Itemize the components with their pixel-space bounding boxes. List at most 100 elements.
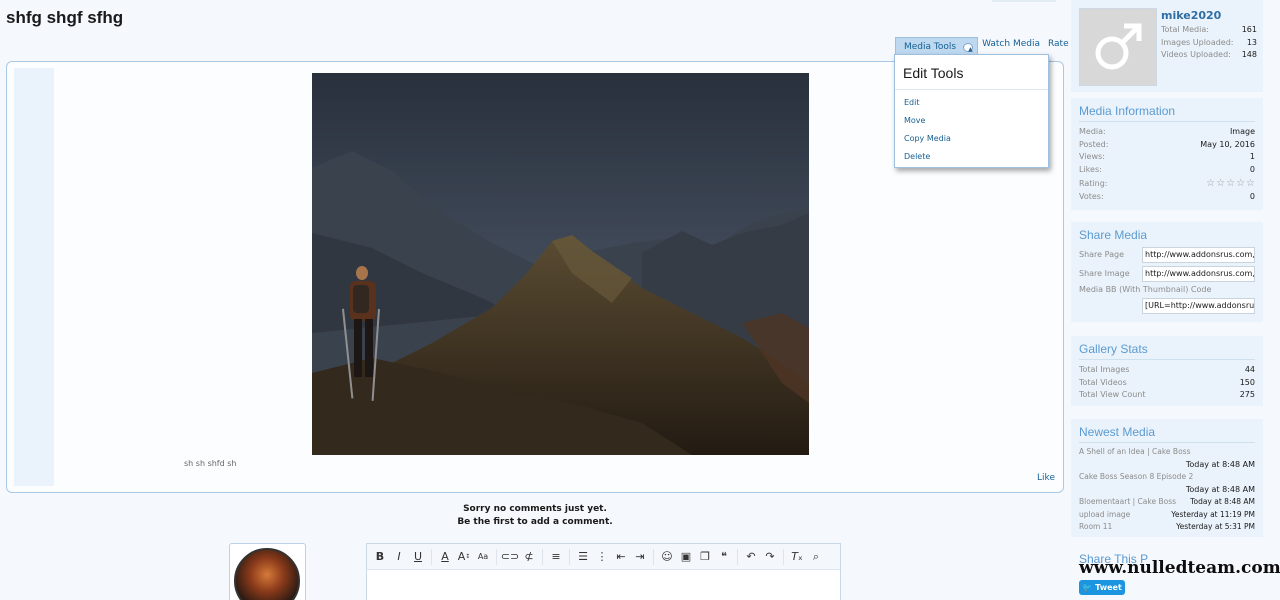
star-icon[interactable]: ☆ [1246, 176, 1255, 191]
info-label: Posted: [1079, 139, 1109, 149]
info-label: Media: [1079, 127, 1106, 136]
media-image[interactable] [312, 73, 809, 455]
share-media-box: Share Media Share Page http://www.addonsr… [1071, 222, 1263, 322]
gallery-stat-label: Total Videos [1079, 377, 1127, 387]
stat-value: 161 [1241, 25, 1257, 34]
info-label: Views: [1079, 152, 1105, 161]
no-comments-line-2: Be the first to add a comment. [457, 517, 613, 527]
numbered-list-icon[interactable]: ⋮ [593, 548, 611, 566]
info-label: Rating: [1079, 179, 1108, 188]
tweet-button[interactable]: 🐦 Tweet [1079, 580, 1125, 595]
stat-value: 13 [1246, 37, 1257, 47]
rating-stars[interactable]: ☆ ☆ ☆ ☆ ☆ [1206, 176, 1255, 191]
image-icon[interactable]: ▣ [677, 548, 695, 566]
toggle-bbcode-icon[interactable]: ⌕ [807, 548, 825, 566]
toolbar-separator [653, 548, 654, 565]
star-icon[interactable]: ☆ [1236, 176, 1245, 191]
star-icon[interactable]: ☆ [1226, 176, 1235, 191]
editor-toolbar: B I U A A ↕ Aa ⊂⊃ ⊄ ≡ ☰ ⋮ ⇤ ⇥ ☺ ▣ ❐ ❝ ↶ ↷… [367, 544, 840, 570]
mountain-hiker-photo [312, 73, 809, 455]
toolbar-separator [431, 548, 432, 565]
media-caption: sh sh shfd sh [184, 459, 237, 468]
share-page-field[interactable]: http://www.addonsrus.com, [1142, 246, 1255, 263]
font-size-icon[interactable]: A ↕ [455, 548, 473, 566]
gallery-stat-row: Total Videos 150 [1071, 377, 1263, 390]
media-icon[interactable]: ❐ [696, 548, 714, 566]
bullet-list-icon[interactable]: ☰ [574, 548, 592, 566]
info-row: Likes: 0 [1071, 164, 1263, 177]
info-value: 0 [1249, 192, 1255, 201]
share-page-label: Share Page [1079, 250, 1124, 259]
info-value: May 10, 2016 [1200, 139, 1255, 149]
menu-item-copy-media[interactable]: Copy Media [895, 130, 1048, 148]
smilie-icon[interactable]: ☺ [658, 548, 676, 566]
gallery-stat-value: 44 [1244, 365, 1255, 374]
star-icon[interactable]: ☆ [1206, 176, 1215, 191]
toolbar-separator [569, 548, 570, 565]
info-row: Posted: May 10, 2016 [1071, 139, 1263, 152]
media-side-strip [14, 68, 54, 486]
stat-label: Videos Uploaded: [1161, 50, 1231, 59]
unlink-icon[interactable]: ⊄ [520, 548, 538, 566]
stat-row: Total Media: 161 [1161, 24, 1257, 37]
gallery-stat-value: 275 [1239, 390, 1255, 399]
underline-icon[interactable]: U [409, 548, 427, 566]
toolbar-separator [783, 548, 784, 565]
share-image-row: Share Image http://www.addonsrus.com, [1071, 264, 1263, 283]
newest-media-link[interactable]: Bloementaart | Cake Boss [1079, 496, 1176, 509]
newest-media-link[interactable]: Room 11 [1079, 521, 1112, 534]
info-value: 1 [1249, 152, 1255, 161]
align-icon[interactable]: ≡ [547, 548, 565, 566]
redo-icon[interactable]: ↷ [761, 548, 779, 566]
stat-value: 148 [1241, 50, 1257, 59]
bold-icon[interactable]: B [371, 548, 389, 566]
author-box: mike2020 Total Media: 161 Images Uploaded… [1071, 0, 1263, 92]
italic-icon[interactable]: I [390, 548, 408, 566]
tweet-label: Tweet [1095, 583, 1122, 592]
quote-icon[interactable]: ❝ [715, 548, 733, 566]
info-row: Views: 1 [1071, 151, 1263, 164]
gallery-stat-value: 150 [1239, 377, 1255, 387]
info-value: Image [1229, 127, 1255, 136]
avatar-image [234, 548, 300, 600]
info-label: Likes: [1079, 164, 1102, 174]
newest-media-link[interactable]: A Shell of an Idea | Cake Boss [1071, 446, 1263, 459]
page-title: shfg shgf sfhg [6, 8, 124, 27]
gallery-stat-row: Total Images 44 [1071, 364, 1263, 377]
like-link[interactable]: Like [1037, 473, 1055, 483]
font-family-icon[interactable]: Aa [474, 548, 492, 566]
no-comments-line-1: Sorry no comments just yet. [463, 504, 607, 514]
comment-editor[interactable]: B I U A A ↕ Aa ⊂⊃ ⊄ ≡ ☰ ⋮ ⇤ ⇥ ☺ ▣ ❐ ❝ ↶ ↷… [366, 543, 841, 600]
indent-icon[interactable]: ⇥ [631, 548, 649, 566]
bb-code-label-row: Media BB (With Thumbnail) Code [1071, 283, 1263, 296]
author-avatar[interactable] [1079, 8, 1157, 86]
stat-row: Videos Uploaded: 148 [1161, 49, 1257, 62]
no-comments-message: Sorry no comments just yet. Be the first… [0, 503, 1070, 529]
edit-tools-title: Edit Tools [895, 55, 1048, 90]
newest-media-link[interactable]: upload image [1079, 509, 1130, 522]
newest-media-row: Bloementaart | Cake Boss Today at 8:48 AM [1071, 496, 1263, 509]
menu-item-edit[interactable]: Edit [895, 94, 1048, 112]
gallery-stats-box: Gallery Stats Total Images 44 Total Video… [1071, 336, 1263, 406]
twitter-bird-icon: 🐦 [1082, 583, 1093, 592]
menu-item-move[interactable]: Move [895, 112, 1048, 130]
commenter-avatar[interactable] [229, 543, 306, 600]
male-symbol-icon [1095, 23, 1142, 70]
gallery-stat-label: Total Images [1079, 365, 1130, 374]
info-row: Media: Image [1071, 126, 1263, 139]
newest-media-time: Today at 8:48 AM [1185, 484, 1255, 494]
remove-format-icon[interactable]: Tₓ [788, 548, 806, 566]
stat-label: Total Media: [1161, 25, 1209, 34]
stat-label: Images Uploaded: [1161, 37, 1234, 47]
menu-item-delete[interactable]: Delete [895, 148, 1048, 166]
star-icon[interactable]: ☆ [1216, 176, 1225, 191]
undo-icon[interactable]: ↶ [742, 548, 760, 566]
outdent-icon[interactable]: ⇤ [612, 548, 630, 566]
font-color-icon[interactable]: A [436, 548, 454, 566]
share-image-field[interactable]: http://www.addonsrus.com, [1142, 265, 1255, 282]
newest-media-link[interactable]: Cake Boss Season 8 Episode 2 [1071, 471, 1263, 484]
author-name[interactable]: mike2020 [1161, 9, 1221, 22]
toolbar-separator [542, 548, 543, 565]
bb-code-field[interactable]: [URL=http://www.addonsru [1142, 297, 1255, 314]
link-icon[interactable]: ⊂⊃ [501, 548, 519, 566]
